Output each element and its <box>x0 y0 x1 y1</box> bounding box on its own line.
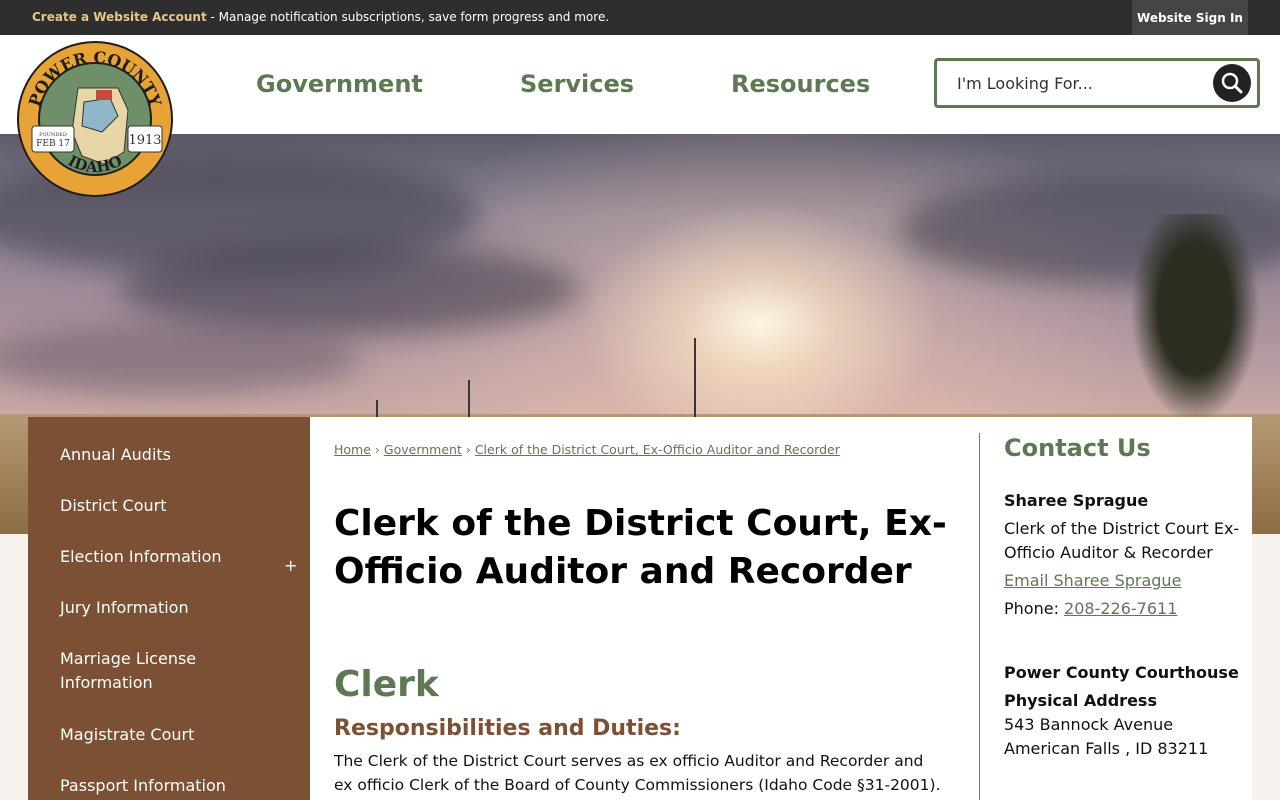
search-input[interactable] <box>955 73 1199 94</box>
top-utility-bar: Create a Website Account - Manage notifi… <box>0 0 1280 35</box>
logo-founded-year: 1913 <box>128 133 161 148</box>
sidebar-item-annual-audits[interactable]: Annual Audits <box>60 443 171 467</box>
responsibilities-paragraph: The Clerk of the District Court serves a… <box>334 752 941 794</box>
sidebar-item-magistrate-court[interactable]: Magistrate Court <box>60 723 194 747</box>
search-button[interactable] <box>1213 64 1251 102</box>
contact-phone-label: Phone: <box>1004 599 1065 618</box>
nav-resources[interactable]: Resources <box>731 70 870 98</box>
sidebar-item-marriage-license-information[interactable]: Marriage License Information <box>60 647 260 695</box>
contact-street: 543 Bannock Avenue <box>1004 715 1174 734</box>
sidebar-item-jury-information[interactable]: Jury Information <box>60 596 189 620</box>
logo-founded-text: FOUNDED <box>39 132 67 138</box>
contact-city: American Falls , ID 83211 <box>1004 739 1209 758</box>
power-county-seal-logo[interactable]: POWER COUNTY IDAHO FOUNDED FEB 17 1913 <box>16 40 174 198</box>
logo-founded-date: FEB 17 <box>36 139 70 149</box>
sign-in-button[interactable]: Website Sign In <box>1132 0 1248 35</box>
sidebar-item-passport-information[interactable]: Passport Information <box>60 774 226 798</box>
breadcrumb-home[interactable]: Home <box>334 442 371 457</box>
page-title: Clerk of the District Court, Ex-Officio … <box>334 503 947 592</box>
contact-phone-line: Phone: 208-226-7611 <box>1004 597 1177 621</box>
nav-services[interactable]: Services <box>520 70 634 98</box>
create-account-notice: Create a Website Account - Manage notifi… <box>32 10 609 24</box>
section-heading-clerk: Clerk <box>334 664 439 705</box>
sidebar-item-election-information[interactable]: Election Information <box>60 545 222 569</box>
contact-us-heading: Contact Us <box>1004 434 1151 462</box>
contact-phone-link[interactable]: 208-226-7611 <box>1064 599 1177 618</box>
contact-role-line1: Clerk of the District Court Ex- <box>1004 519 1240 538</box>
breadcrumb-government[interactable]: Government <box>384 442 462 457</box>
contact-role-line2: Officio Auditor & Recorder <box>1004 543 1213 562</box>
sidebar-item-district-court[interactable]: District Court <box>60 494 167 518</box>
breadcrumb-current-page[interactable]: Clerk of the District Court, Ex-Officio … <box>475 442 840 457</box>
search-icon <box>1221 72 1243 94</box>
subsection-heading-responsibilities: Responsibilities and Duties: <box>334 716 681 741</box>
contact-address-label: Physical Address <box>1004 691 1157 710</box>
breadcrumb-separator: › <box>374 442 380 457</box>
column-divider <box>979 433 980 800</box>
contact-name: Sharee Sprague <box>1004 491 1149 510</box>
contact-building-name: Power County Courthouse <box>1004 663 1239 682</box>
nav-government[interactable]: Government <box>256 70 423 98</box>
breadcrumb-separator: › <box>465 442 471 457</box>
breadcrumb: Home › Government › Clerk of the Distric… <box>334 442 840 457</box>
expand-election-information-icon[interactable]: + <box>284 556 297 575</box>
site-search <box>934 58 1260 108</box>
create-account-link[interactable]: Create a Website Account <box>32 10 207 24</box>
contact-email-link[interactable]: Email Sharee Sprague <box>1004 569 1181 593</box>
create-account-description: - Manage notification subscriptions, sav… <box>206 10 610 24</box>
